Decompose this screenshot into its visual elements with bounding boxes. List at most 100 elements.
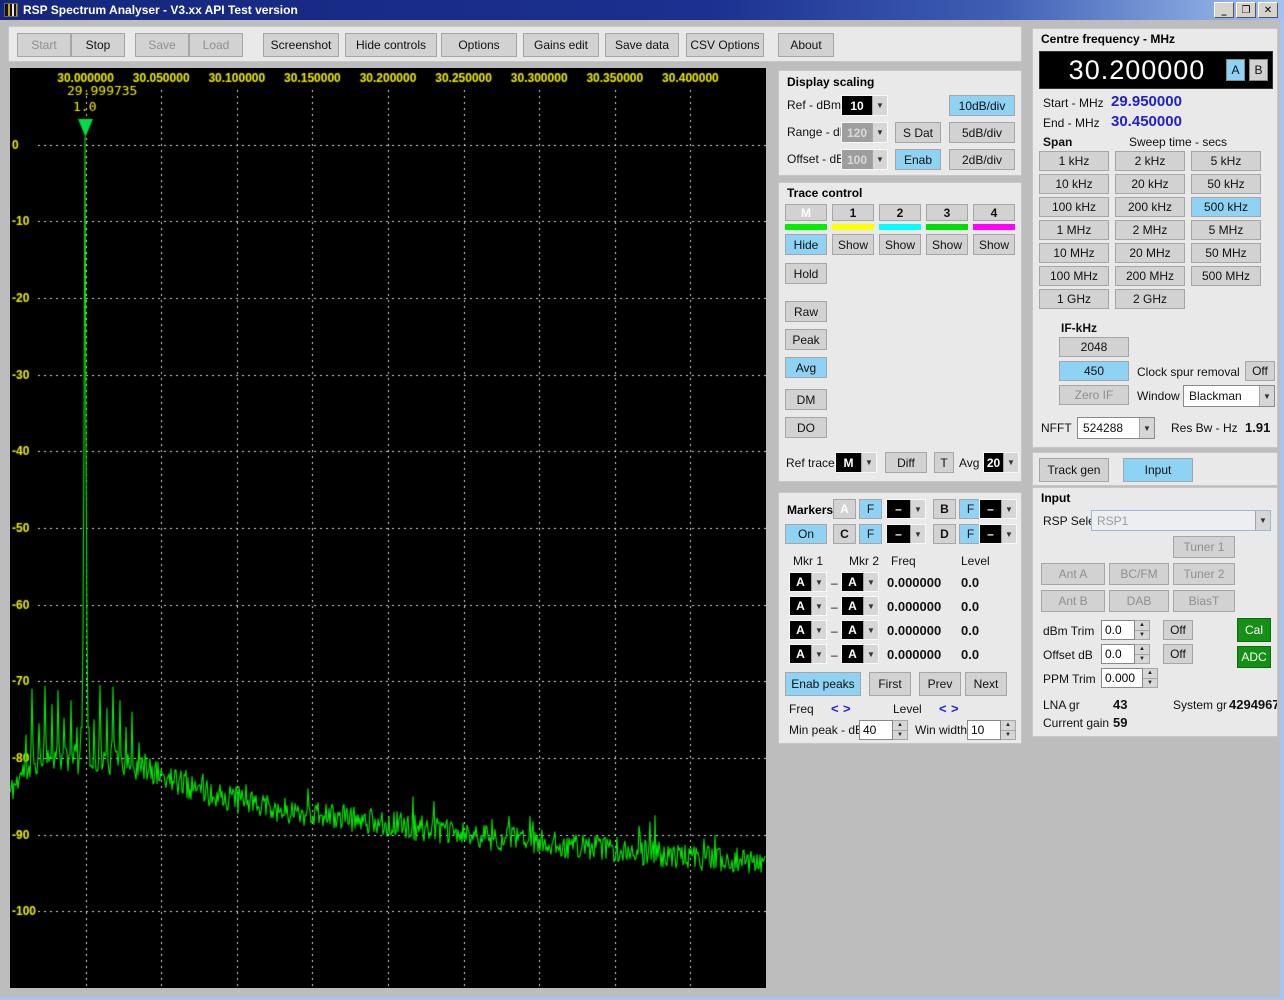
freq-next-icon[interactable]: > [843, 701, 851, 716]
dbm-trim-off-button[interactable]: Off [1163, 620, 1193, 640]
s-dat-button[interactable]: S Dat [895, 122, 941, 143]
marker-d-select[interactable]: – ▼ [979, 524, 1017, 544]
chevron-down-icon[interactable]: ▼ [1139, 418, 1154, 438]
offset-db-input[interactable] [1101, 644, 1135, 664]
mkr-row1-m1-select[interactable]: A ▼ [789, 572, 827, 592]
span-button-100mhz[interactable]: 100 MHz [1039, 266, 1109, 286]
enab-button[interactable]: Enab [895, 149, 941, 170]
chevron-down-icon[interactable]: ▼ [1259, 386, 1274, 406]
dbm-trim-input[interactable] [1101, 620, 1135, 640]
ref-trace-combo[interactable]: M ▼ [835, 452, 877, 473]
trace-m-hide-button[interactable]: Hide [785, 234, 827, 255]
marker-b-select[interactable]: – ▼ [979, 499, 1017, 519]
avg-button[interactable]: Avg [785, 357, 827, 378]
load-button[interactable]: Load [189, 33, 243, 57]
bcfm-button[interactable]: BC/FM [1109, 563, 1169, 585]
2db-div-button[interactable]: 2dB/div [949, 149, 1015, 170]
trace-1-button[interactable]: 1 [832, 204, 874, 221]
marker-a-select[interactable]: – ▼ [886, 499, 926, 519]
csv-options-button[interactable]: CSV Options [686, 33, 764, 57]
peak-button[interactable]: Peak [785, 329, 827, 350]
dbm-trim-spinner[interactable]: ▲▼ [1101, 620, 1150, 640]
span-button-20mhz[interactable]: 20 MHz [1115, 243, 1185, 263]
win-width-input[interactable] [967, 720, 1001, 740]
marker-b-button[interactable]: B [933, 499, 956, 519]
trace-2-button[interactable]: 2 [879, 204, 921, 221]
screenshot-button[interactable]: Screenshot [263, 33, 339, 57]
chevron-down-icon[interactable]: ▼ [811, 645, 826, 663]
about-button[interactable]: About [778, 33, 834, 57]
chevron-down-icon[interactable]: ▼ [811, 573, 826, 591]
do-button[interactable]: DO [785, 417, 827, 438]
tuner1-button[interactable]: Tuner 1 [1173, 536, 1235, 558]
spectrum-canvas[interactable] [10, 68, 766, 988]
chevron-down-icon[interactable]: ▼ [863, 621, 878, 639]
freq-b-button[interactable]: B [1249, 59, 1268, 81]
spinner-arrows-icon[interactable]: ▲ ▼ [1135, 620, 1150, 640]
enab-peaks-button[interactable]: Enab peaks [785, 672, 861, 696]
trace-2-show-button[interactable]: Show [879, 234, 921, 255]
offset-off-button[interactable]: Off [1163, 644, 1193, 664]
if-2048-button[interactable]: 2048 [1059, 337, 1129, 357]
spinner-arrows-icon[interactable]: ▲ ▼ [893, 720, 908, 740]
mkr-row3-m2-select[interactable]: A ▼ [841, 620, 879, 640]
diff-button[interactable]: Diff [885, 452, 927, 473]
mkr-row1-m2-select[interactable]: A ▼ [841, 572, 879, 592]
ant-a-button[interactable]: Ant A [1041, 563, 1105, 585]
10db-div-button[interactable]: 10dB/div [949, 95, 1015, 116]
window-combo[interactable]: Blackman ▼ [1183, 385, 1275, 407]
chevron-down-icon[interactable]: ▼ [910, 525, 925, 543]
next-button[interactable]: Next [965, 672, 1007, 696]
stop-button[interactable]: Stop [71, 33, 125, 57]
first-button[interactable]: First [869, 672, 911, 696]
spinner-arrows-icon[interactable]: ▲ ▼ [1143, 668, 1158, 688]
minimize-icon[interactable]: _ [1214, 2, 1234, 18]
marker-d-button[interactable]: D [933, 524, 956, 544]
marker-c-select[interactable]: – ▼ [886, 524, 926, 544]
chevron-down-icon[interactable]: ▼ [861, 453, 876, 472]
dm-button[interactable]: DM [785, 389, 827, 410]
marker-c-button[interactable]: C [833, 524, 856, 544]
markers-on-button[interactable]: On [785, 524, 827, 544]
mkr-row2-m2-select[interactable]: A ▼ [841, 596, 879, 616]
chevron-down-icon[interactable]: ▼ [910, 500, 925, 518]
mkr-row3-m1-select[interactable]: A ▼ [789, 620, 827, 640]
tuner2-button[interactable]: Tuner 2 [1173, 563, 1235, 585]
biast-button[interactable]: BiasT [1173, 590, 1235, 612]
track-gen-button[interactable]: Track gen [1039, 458, 1109, 482]
ppm-trim-spinner[interactable]: ▲▼ [1101, 668, 1158, 688]
span-button-500mhz[interactable]: 500 MHz [1191, 266, 1261, 286]
chevron-down-icon[interactable]: ▼ [872, 96, 887, 115]
trace-3-show-button[interactable]: Show [926, 234, 968, 255]
chevron-down-icon[interactable]: ▼ [1001, 525, 1016, 543]
chevron-down-icon[interactable]: ▼ [863, 573, 878, 591]
spinner-arrows-icon[interactable]: ▲ ▼ [1135, 644, 1150, 664]
chevron-down-icon[interactable]: ▼ [1001, 500, 1016, 518]
clock-spur-off-button[interactable]: Off [1245, 361, 1275, 381]
trace-4-button[interactable]: 4 [973, 204, 1015, 221]
start-button[interactable]: Start [17, 33, 71, 57]
marker-c-f-button[interactable]: F [859, 524, 882, 544]
spinner-arrows-icon[interactable]: ▲ ▼ [1001, 720, 1016, 740]
span-button-5khz[interactable]: 5 kHz [1191, 151, 1261, 171]
ppm-trim-input[interactable] [1101, 668, 1143, 688]
trace-m-button[interactable]: M [785, 204, 827, 221]
centre-frequency-display[interactable]: 30.200000 A B [1039, 51, 1273, 89]
span-button-2ghz[interactable]: 2 GHz [1115, 289, 1185, 309]
hold-button[interactable]: Hold [785, 263, 827, 284]
gains-edit-button[interactable]: Gains edit [523, 33, 599, 57]
offset-db-spinner[interactable]: ▲▼ [1101, 644, 1150, 664]
chevron-down-icon[interactable]: ▼ [863, 645, 878, 663]
dab-button[interactable]: DAB [1109, 590, 1169, 612]
freq-prev-icon[interactable]: < [831, 701, 839, 716]
chevron-down-icon[interactable]: ▼ [811, 597, 826, 615]
trace-1-show-button[interactable]: Show [832, 234, 874, 255]
chevron-down-icon[interactable]: ▼ [811, 621, 826, 639]
cal-button[interactable]: Cal [1237, 618, 1271, 642]
rsp-select-combo[interactable]: RSP1 ▼ [1091, 510, 1271, 531]
chevron-down-icon[interactable]: ▼ [872, 123, 887, 142]
mkr-row2-m1-select[interactable]: A ▼ [789, 596, 827, 616]
span-button-1ghz[interactable]: 1 GHz [1039, 289, 1109, 309]
options-button[interactable]: Options [441, 33, 517, 57]
span-button-2khz[interactable]: 2 kHz [1115, 151, 1185, 171]
